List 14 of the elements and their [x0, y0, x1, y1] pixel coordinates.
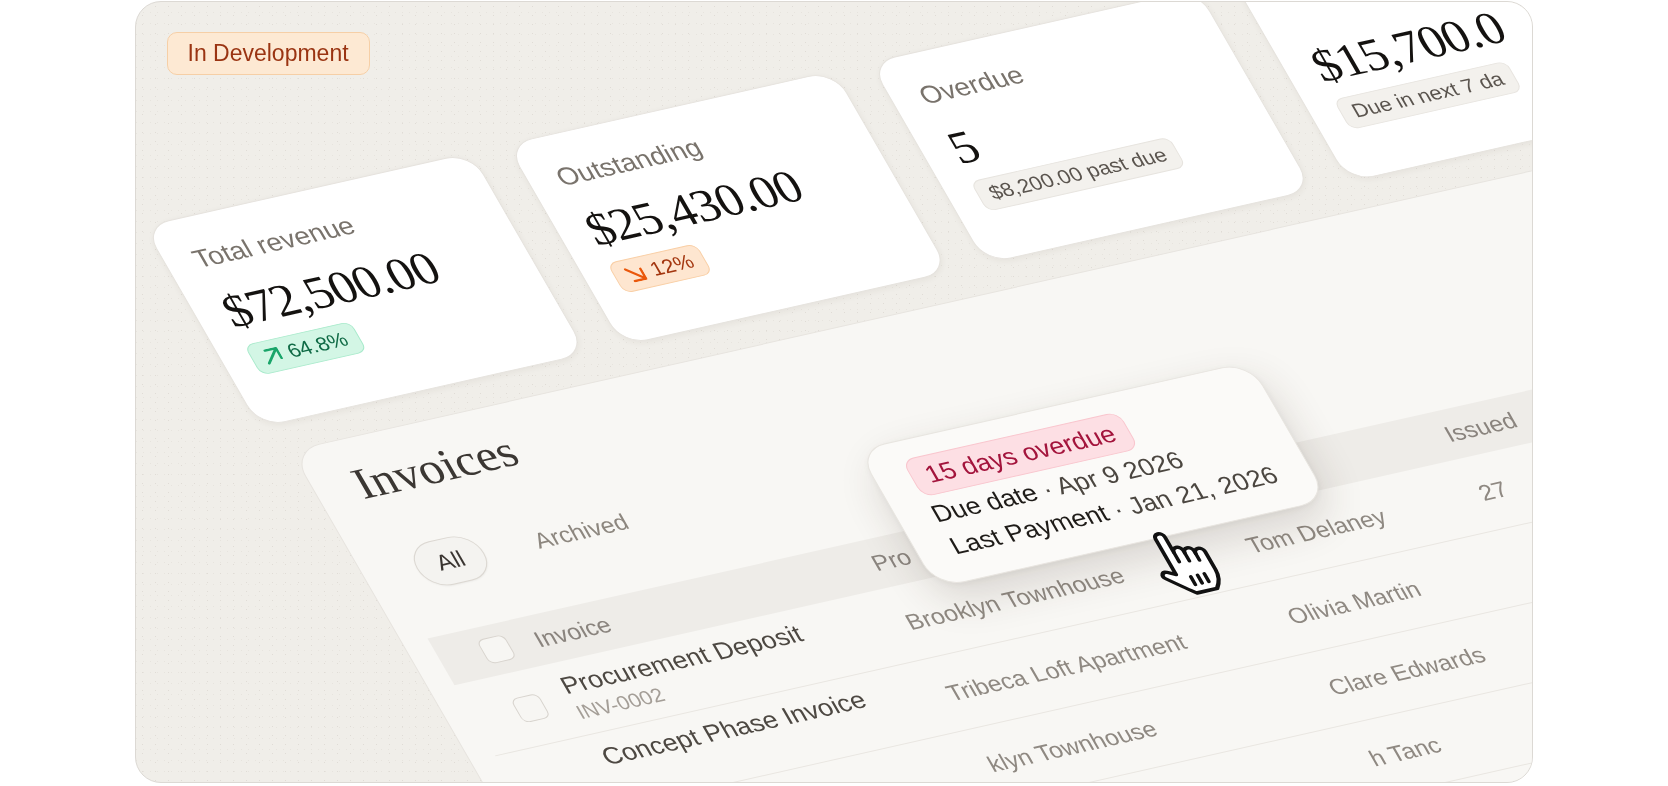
column-header: Pro: [864, 542, 917, 578]
column-header: Invoice: [527, 610, 616, 652]
trend-percentage: 64.8%: [282, 328, 352, 364]
column-header: Issued: [1437, 406, 1523, 449]
table-cell-text: Olivia Martin: [1280, 574, 1426, 630]
table-cell-text: 27: [1471, 474, 1514, 507]
table-cell-text: Clare Edwards: [1321, 639, 1491, 701]
table-cell-text: Tom Delaney: [1239, 501, 1392, 559]
status-pill: In Development: [166, 31, 370, 76]
table-cell-text: klyn Townhouse: [980, 713, 1163, 778]
table-cell-text: Tribeca Loft Apartment: [940, 628, 1192, 707]
trend-percentage: 12%: [644, 249, 699, 282]
table-cell-text: h Tanc: [1362, 730, 1447, 772]
stat-title: Overdue: [912, 59, 1030, 111]
